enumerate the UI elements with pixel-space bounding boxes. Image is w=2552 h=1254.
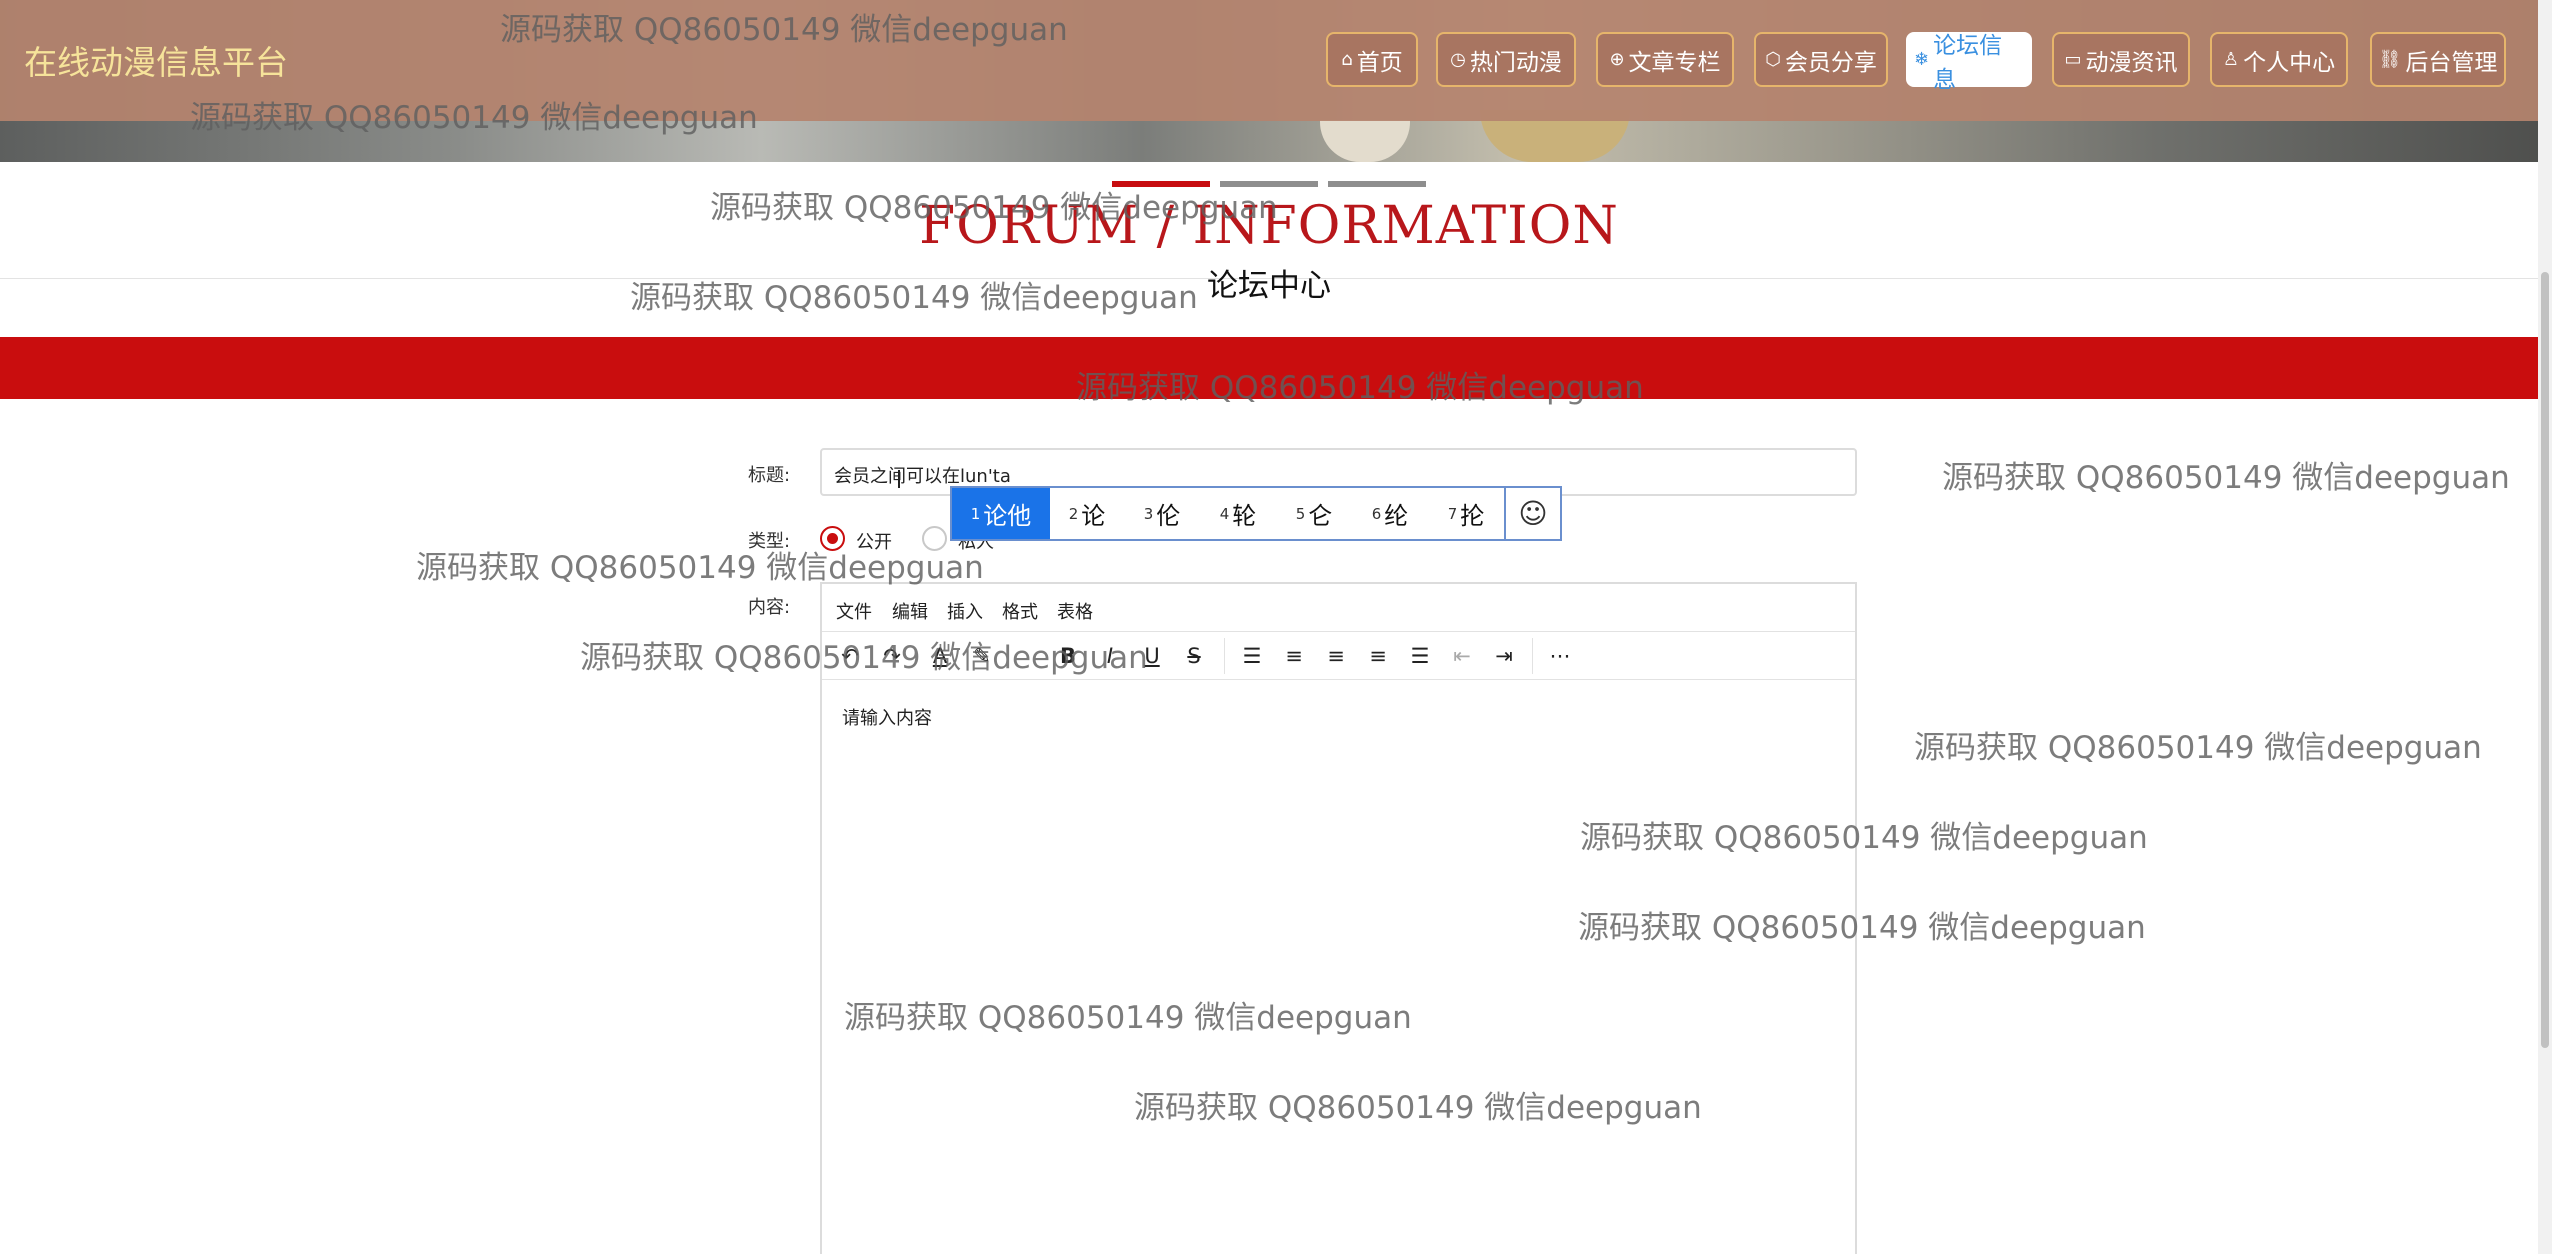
page: { "header": { "site_title": "在线动漫信息平台", … [0,0,2552,1254]
menu-insert[interactable]: 插入 [947,598,983,624]
menu-edit[interactable]: 编辑 [892,598,928,624]
watermark-text: 源码获取 QQ86050149 微信deepguan [500,12,1068,48]
watermark-text: 源码获取 QQ86050149 微信deepguan [630,280,1198,316]
ime-candidate-2[interactable]: 2论 [1050,488,1124,539]
align-right-icon[interactable]: ≡ [1364,642,1392,670]
ime-candidate-4[interactable]: 4轮 [1200,488,1276,539]
align-justify-icon[interactable]: ☰ [1406,642,1434,670]
menu-format[interactable]: 格式 [1002,598,1038,624]
carousel-indicator-3[interactable] [1328,181,1426,187]
nav-admin[interactable]: ⛓ 后台管理 [2370,32,2506,87]
watermark-text: 源码获取 QQ86050149 微信deepguan [1134,1090,1702,1126]
menu-table[interactable]: 表格 [1057,598,1093,624]
snowflake-icon: ❄ [1914,49,1930,70]
watermark-text: 源码获取 QQ86050149 微信deepguan [416,550,984,586]
clock-icon: ◷ [1450,49,1466,70]
ime-candidate-5[interactable]: 5仑 [1276,488,1352,539]
watermark-text: 源码获取 QQ86050149 微信deepguan [1914,730,2482,766]
cube-icon: ⬡ [1765,49,1781,70]
watermark-text: 源码获取 QQ86050149 微信deepguan [1942,460,2510,496]
align-center-icon[interactable]: ≡ [1322,642,1350,670]
nav-forum-info[interactable]: ❄ 论坛信息 [1906,32,2032,93]
outdent-icon[interactable]: ⇤ [1448,642,1476,670]
watermark-text: 源码获取 QQ86050149 微信deepguan [1580,820,2148,856]
smiley-icon[interactable]: ☺ [1504,488,1560,539]
watermark-text: 源码获取 QQ86050149 微信deepguan [1076,370,1644,406]
section-title-cn: 论坛中心 [1207,268,1331,304]
nav-personal-center[interactable]: ♙ 个人中心 [2210,32,2348,87]
editor-placeholder[interactable]: 请输入内容 [842,704,932,730]
nav-hot-anime[interactable]: ◷ 热门动漫 [1436,32,1576,87]
align-left-icon[interactable]: ≡ [1280,642,1308,670]
toolbar-separator [1224,638,1225,674]
toolbar-separator [1532,638,1533,674]
watermark-text: 源码获取 QQ86050149 微信deepguan [844,1000,1412,1036]
watermark-text: 源码获取 QQ86050149 微信deepguan [190,100,758,136]
ime-candidate-1[interactable]: 1 论他 [952,488,1050,539]
text-cursor [898,470,900,488]
strikethrough-icon[interactable]: S [1180,642,1208,670]
ime-candidate-window: 1 论他 2论 3伦 4轮 5仑 6纶 7抡 ☺ [950,486,1562,541]
ime-candidate-3[interactable]: 3伦 [1124,488,1200,539]
title-label: 标题: [748,465,791,486]
home-icon: ⌂ [1341,49,1353,70]
user-icon: ♙ [2222,49,2240,70]
link-icon: ⛓ [2378,49,2402,70]
indent-icon[interactable]: ⇥ [1490,642,1518,670]
page-scrollbar-thumb[interactable] [2541,272,2549,1048]
watermark-text: 源码获取 QQ86050149 微信deepguan [1578,910,2146,946]
editor-menubar: 文件 编辑 插入 格式 表格 [822,584,1855,632]
watermark-text: 源码获取 QQ86050149 微信deepguan [580,640,1148,676]
nav-anime-news[interactable]: ▭ 动漫资讯 [2052,32,2190,87]
menu-file[interactable]: 文件 [836,598,872,624]
line-height-icon[interactable]: ☰ [1238,642,1266,670]
watermark-text: 源码获取 QQ86050149 微信deepguan [710,190,1278,226]
content-label: 内容: [748,597,791,618]
ime-candidate-7[interactable]: 7抡 [1428,488,1504,539]
book-icon: ▭ [2064,49,2082,70]
nav-member-share[interactable]: ⬡ 会员分享 [1754,32,1888,87]
nav-article-column[interactable]: ⊕ 文章专栏 [1596,32,1734,87]
ime-candidate-6[interactable]: 6纶 [1352,488,1428,539]
site-title[interactable]: 在线动漫信息平台 [24,36,288,84]
globe-icon: ⊕ [1609,49,1625,70]
nav-home[interactable]: ⌂ 首页 [1326,32,1418,87]
more-icon[interactable]: ⋯ [1546,642,1574,670]
